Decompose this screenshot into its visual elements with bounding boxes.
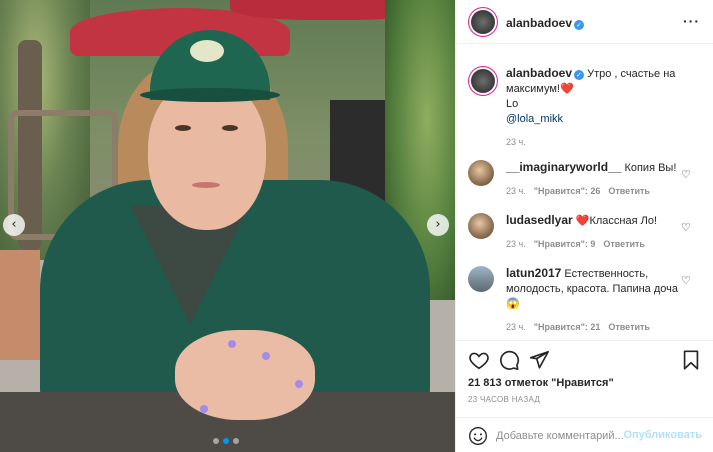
- carousel-dot: [233, 438, 239, 444]
- photo-subject-mouth: [192, 182, 220, 188]
- comment-time[interactable]: 23 ч.: [506, 186, 526, 196]
- photo-background-wall: [0, 250, 40, 360]
- caption-line2: Lo: [506, 98, 519, 110]
- carousel-dot-active: [223, 438, 229, 444]
- comment-body: latun2017 Естественность, молодость, кра…: [506, 266, 686, 335]
- chevron-right-icon: ›: [435, 217, 441, 232]
- caption-username[interactable]: alanbadoev: [506, 66, 572, 80]
- comment-username[interactable]: latun2017: [506, 266, 561, 280]
- comment-likes[interactable]: "Нравится": 9: [534, 239, 596, 249]
- photo-subject-hands: [175, 330, 315, 420]
- comment-meta: 23 ч. "Нравится": 9 Ответить: [506, 237, 686, 252]
- comment-bubble-icon[interactable]: [498, 349, 520, 371]
- comment-text: ❤️Классная Ло!: [575, 215, 658, 227]
- photo-subject-cap-brim: [140, 88, 280, 102]
- author-avatar[interactable]: [468, 7, 498, 37]
- carousel-dot: [213, 438, 219, 444]
- like-heart-icon[interactable]: [468, 349, 490, 371]
- comment-likes[interactable]: "Нравится": 26: [534, 186, 601, 196]
- comment-text: Копия Вы!: [624, 162, 677, 174]
- emoji-smile-icon[interactable]: [468, 426, 488, 446]
- comment-time[interactable]: 23 ч.: [506, 322, 526, 332]
- heart-outline-icon[interactable]: ♡: [681, 274, 691, 287]
- post-photo[interactable]: ‹ ›: [0, 0, 455, 452]
- share-send-icon[interactable]: [528, 349, 550, 371]
- comment-body: ludasedlyar ❤️Классная Ло! 23 ч. "Нравитс…: [506, 213, 686, 252]
- comment-reply-button[interactable]: Ответить: [603, 239, 645, 249]
- photo-subject-eye: [175, 125, 191, 131]
- verified-badge-icon: ✓: [574, 20, 585, 30]
- photo-subject-nail: [295, 380, 303, 388]
- comment-time[interactable]: 23 ч.: [506, 239, 526, 249]
- caption-mention-link[interactable]: @lola_mikk: [506, 112, 696, 127]
- likes-count[interactable]: 21 813 отметок "Нравится": [468, 377, 614, 389]
- verified-badge-icon: ✓: [574, 70, 585, 80]
- comment-username[interactable]: ludasedlyar: [506, 213, 573, 227]
- photo-subject-nail: [228, 340, 236, 348]
- photo-subject-cap-logo: [190, 40, 224, 62]
- comment-body: __imaginaryworld__ Копия Вы! 23 ч. "Нрави…: [506, 160, 686, 199]
- photo-subject-nail: [262, 352, 270, 360]
- bookmark-icon[interactable]: [680, 349, 702, 371]
- add-comment-form: Опубликовать: [456, 417, 713, 452]
- caption-time[interactable]: 23 ч.: [506, 135, 696, 150]
- photo-subject-face: [148, 80, 266, 230]
- author-name-row: alanbadoev ✓: [506, 15, 585, 30]
- more-dots-icon[interactable]: ···: [683, 13, 700, 29]
- heart-outline-icon[interactable]: ♡: [681, 168, 691, 181]
- comment-reply-button[interactable]: Ответить: [608, 186, 650, 196]
- comment-avatar[interactable]: [468, 266, 494, 292]
- comment-reply-button[interactable]: Ответить: [608, 322, 650, 332]
- comments-list[interactable]: alanbadoev ✓ Утро , счастье на максимум!❤…: [456, 44, 713, 340]
- comment-username[interactable]: __imaginaryworld__: [506, 160, 621, 174]
- carousel-indicator: [213, 438, 239, 444]
- comment-likes[interactable]: "Нравится": 21: [534, 322, 601, 332]
- comment-avatar[interactable]: [468, 160, 494, 186]
- comment-avatar[interactable]: [468, 213, 494, 239]
- carousel-prev-button[interactable]: ‹: [3, 214, 25, 236]
- post-time: 23 ЧАСОВ НАЗАД: [468, 395, 541, 404]
- carousel-next-button[interactable]: ›: [427, 214, 449, 236]
- caption: alanbadoev ✓ Утро , счастье на максимум!❤…: [506, 66, 696, 150]
- publish-button[interactable]: Опубликовать: [623, 429, 702, 441]
- post-actions: 21 813 отметок "Нравится" 23 ЧАСОВ НАЗАД…: [456, 340, 713, 452]
- chevron-left-icon: ‹: [11, 217, 17, 232]
- author-username[interactable]: alanbadoev: [506, 16, 572, 30]
- post-sidebar: alanbadoev ✓ ··· alanbadoev ✓ Утро , счаст…: [455, 0, 713, 452]
- comment-meta: 23 ч. "Нравится": 21 Ответить: [506, 320, 686, 335]
- photo-subject-eye: [222, 125, 238, 131]
- photo-subject-nail: [200, 405, 208, 413]
- caption-author-avatar[interactable]: [468, 66, 498, 96]
- comment-meta: 23 ч. "Нравится": 26 Ответить: [506, 184, 686, 199]
- post-header: alanbadoev ✓ ···: [456, 0, 713, 44]
- heart-outline-icon[interactable]: ♡: [681, 221, 691, 234]
